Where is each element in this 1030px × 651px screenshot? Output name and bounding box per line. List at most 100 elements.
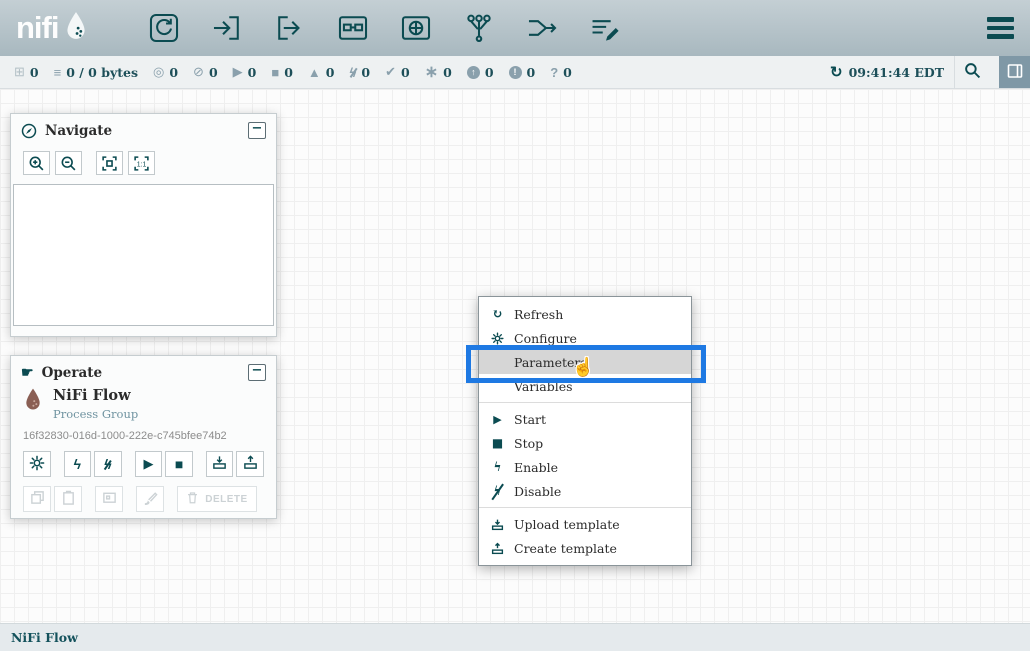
configuration-button[interactable] bbox=[23, 451, 51, 477]
status-counter-not-transmitting: ⊘ 0 bbox=[193, 64, 218, 80]
status-counters: ⊞ 0 ≡ 0 / 0 bytes ◎ 0 ⊘ 0 ▶ 0 ■ 0 bbox=[14, 62, 572, 82]
play-icon: ▶ bbox=[490, 413, 505, 426]
navigate-toolbar: 1:1 bbox=[11, 143, 276, 175]
refresh-icon: ↻ bbox=[490, 307, 505, 322]
context-menu-separator bbox=[479, 402, 691, 403]
sidebar-toggle-button[interactable] bbox=[999, 56, 1030, 88]
processor-icon[interactable] bbox=[145, 9, 183, 47]
upload-template-icon bbox=[490, 518, 505, 531]
nifi-droplet-icon bbox=[63, 11, 89, 46]
remote-process-group-icon[interactable] bbox=[397, 9, 435, 47]
status-counter-transmitting: ◎ 0 bbox=[153, 64, 178, 80]
group-icon bbox=[102, 490, 117, 508]
context-menu-item-variables[interactable]: Variables bbox=[479, 374, 691, 398]
stale-up-arrow-icon: ↑ bbox=[467, 66, 480, 79]
context-menu-label: Configure bbox=[514, 331, 577, 346]
zoom-fit-button[interactable] bbox=[96, 151, 123, 175]
svg-text:1:1: 1:1 bbox=[137, 161, 147, 168]
enable-button[interactable]: ϟ bbox=[64, 451, 92, 477]
context-menu-item-upload-template[interactable]: Upload template bbox=[479, 512, 691, 536]
zoom-actual-size-button[interactable]: 1:1 bbox=[128, 151, 155, 175]
paste-icon bbox=[61, 490, 76, 508]
not-transmitting-icon: ⊘ bbox=[193, 64, 204, 80]
context-menu-label: Variables bbox=[514, 379, 573, 394]
context-menu-label: Start bbox=[514, 412, 546, 427]
operate-body: NiFi Flow Process Group 16f32830-016d-10… bbox=[11, 385, 276, 520]
output-port-icon[interactable] bbox=[271, 9, 309, 47]
zoom-out-button[interactable] bbox=[55, 151, 82, 175]
birdseye-minimap[interactable] bbox=[13, 184, 274, 326]
queue-list-icon: ≡ bbox=[54, 65, 62, 80]
context-menu-label: Enable bbox=[514, 460, 558, 475]
context-menu-separator bbox=[479, 507, 691, 508]
navigate-collapse-button[interactable]: − bbox=[248, 122, 266, 139]
zoom-in-button[interactable] bbox=[23, 151, 50, 175]
operate-buttons-row-2: DELETE bbox=[23, 486, 264, 512]
disabled-lightning-slash-icon: ϟ bbox=[350, 66, 357, 79]
process-group-icon[interactable] bbox=[334, 9, 372, 47]
global-menu-icon[interactable] bbox=[987, 17, 1014, 39]
selected-component-text: NiFi Flow Process Group bbox=[53, 387, 138, 421]
stopped-icon: ■ bbox=[271, 65, 279, 80]
hand-icon: ☛ bbox=[21, 365, 34, 381]
refresh-icon: ↻ bbox=[830, 63, 843, 81]
input-port-icon[interactable] bbox=[208, 9, 246, 47]
cluster-grid-icon: ⊞ bbox=[14, 64, 25, 80]
refresh-status[interactable]: ↻ 09:41:44 EDT bbox=[830, 63, 944, 81]
download-template-button[interactable] bbox=[236, 451, 264, 477]
component-toolbar bbox=[145, 9, 624, 47]
navigate-panel: Navigate − bbox=[10, 113, 277, 337]
context-menu-item-start[interactable]: ▶ Start bbox=[479, 407, 691, 431]
last-refresh-time: 09:41:44 EDT bbox=[849, 65, 944, 80]
context-menu-item-configure[interactable]: Configure bbox=[479, 326, 691, 350]
operate-collapse-button[interactable]: − bbox=[248, 364, 266, 381]
status-bar-right: ↻ 09:41:44 EDT bbox=[830, 56, 1030, 88]
funnel-icon[interactable] bbox=[460, 9, 498, 47]
status-counter-invalid: ▲ 0 bbox=[308, 65, 335, 80]
sidebar-panel-icon bbox=[1006, 62, 1024, 83]
status-counter-stopped: ■ 0 bbox=[271, 65, 293, 80]
copy-button bbox=[23, 486, 51, 512]
context-menu-item-create-template[interactable]: Create template bbox=[479, 536, 691, 560]
gear-icon bbox=[29, 455, 45, 474]
up-to-date-check-icon: ✔ bbox=[385, 64, 396, 80]
selected-component: NiFi Flow Process Group bbox=[23, 387, 264, 421]
copy-icon bbox=[30, 490, 45, 508]
template-icon[interactable] bbox=[523, 9, 561, 47]
context-menu-item-enable[interactable]: ϟ Enable bbox=[479, 455, 691, 479]
start-button[interactable]: ▶ bbox=[135, 451, 163, 477]
context-menu-label: Create template bbox=[514, 541, 617, 556]
breadcrumb-root[interactable]: NiFi Flow bbox=[11, 630, 78, 645]
context-menu-item-disable[interactable]: ϟ Disable bbox=[479, 479, 691, 503]
trash-icon bbox=[186, 491, 199, 507]
gear-icon bbox=[490, 332, 505, 345]
process-group-droplet-icon bbox=[23, 387, 43, 417]
status-counter-locally-modified-stale: ! 0 bbox=[509, 65, 536, 80]
paintbrush-icon bbox=[143, 490, 158, 508]
paste-button bbox=[54, 486, 82, 512]
color-button bbox=[136, 486, 164, 512]
stop-icon: ■ bbox=[175, 456, 183, 472]
navigate-header: Navigate − bbox=[11, 114, 276, 143]
context-menu-item-refresh[interactable]: ↻ Refresh bbox=[479, 302, 691, 326]
navigate-title: Navigate bbox=[45, 123, 112, 139]
lightning-icon: ϟ bbox=[490, 461, 505, 473]
context-menu-item-stop[interactable]: ■ Stop bbox=[479, 431, 691, 455]
flow-canvas[interactable]: Navigate − bbox=[0, 89, 1030, 623]
context-menu-label: Parameters bbox=[514, 355, 587, 370]
stop-button[interactable]: ■ bbox=[165, 451, 193, 477]
context-menu-item-parameters[interactable]: Parameters bbox=[479, 350, 691, 374]
running-icon: ▶ bbox=[233, 64, 243, 80]
search-button[interactable] bbox=[954, 56, 989, 88]
delete-button: DELETE bbox=[177, 486, 257, 512]
operate-buttons-row-1: ϟ ϟ ▶ ■ bbox=[23, 451, 264, 477]
delete-button-label: DELETE bbox=[205, 494, 247, 505]
component-id: 16f32830-016d-1000-222e-c745bfee74b2 bbox=[23, 430, 264, 442]
disable-button[interactable]: ϟ bbox=[94, 451, 122, 477]
status-counter-up-to-date: ✔ 0 bbox=[385, 64, 410, 80]
upload-template-button[interactable] bbox=[206, 451, 234, 477]
lightning-slash-icon: ϟ bbox=[104, 457, 111, 471]
label-icon[interactable] bbox=[586, 9, 624, 47]
lightning-slash-icon: ϟ bbox=[490, 485, 505, 497]
invalid-warning-icon: ▲ bbox=[308, 65, 321, 80]
